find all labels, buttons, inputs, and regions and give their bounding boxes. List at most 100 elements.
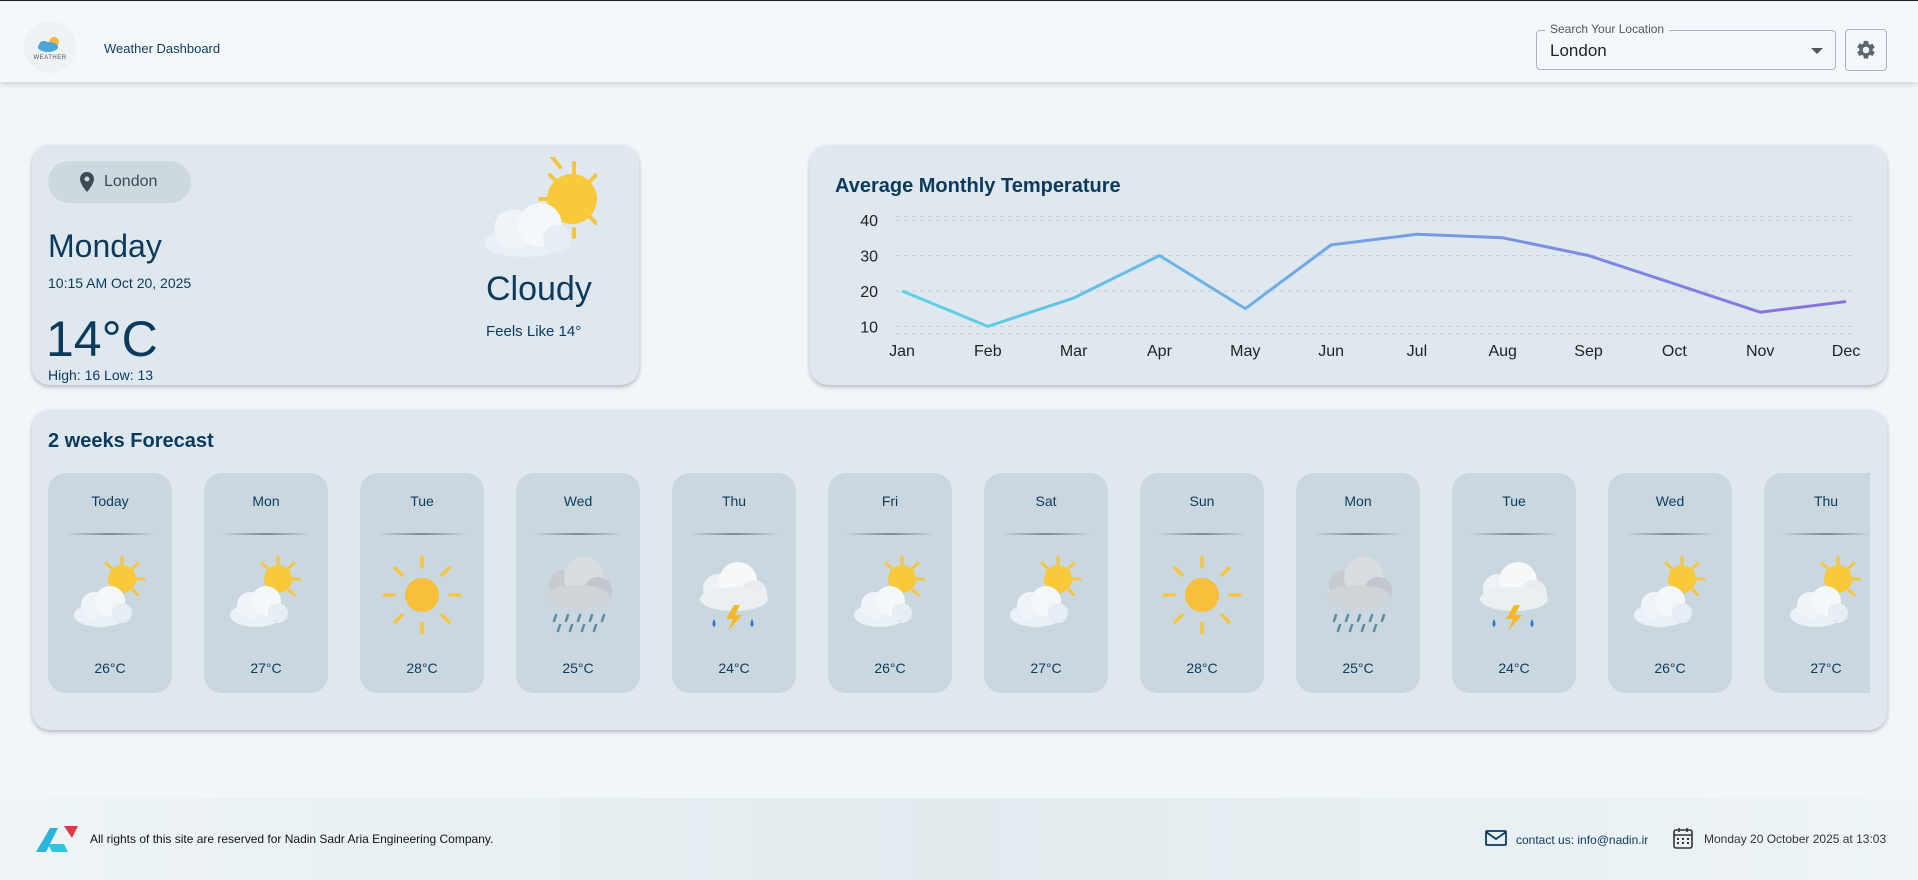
forecast-temperature: 28°C — [406, 660, 438, 676]
data-point[interactable] — [1156, 253, 1162, 259]
divider — [66, 533, 154, 535]
sunny-icon — [382, 555, 462, 635]
forecast-temperature: 27°C — [1810, 660, 1842, 676]
data-point[interactable] — [1500, 235, 1506, 241]
y-tick-label: 20 — [860, 284, 878, 301]
forecast-day-label: Wed — [563, 493, 593, 509]
monthly-temperature-card: Average Monthly Temperature 10 20 30 40 Jan… — [810, 145, 1887, 385]
divider — [534, 533, 622, 535]
rain-cloud-icon — [1326, 557, 1392, 633]
forecast-temperature: 26°C — [874, 660, 906, 676]
divider — [690, 533, 778, 535]
forecast-day-card[interactable]: Sat 27°C — [984, 473, 1108, 693]
divider — [1158, 533, 1246, 535]
partly-cloudy-icon — [1634, 555, 1706, 627]
location-chip[interactable]: London — [48, 161, 191, 203]
divider — [1626, 533, 1714, 535]
location-select-value: London — [1550, 41, 1607, 60]
data-point[interactable] — [1757, 309, 1763, 315]
data-point[interactable] — [1586, 253, 1592, 259]
app-logo[interactable]: WEATHER — [24, 21, 76, 73]
app-title: Weather Dashboard — [104, 41, 221, 56]
thunderstorm-icon — [1480, 562, 1548, 631]
divider — [1782, 533, 1870, 535]
data-point[interactable] — [899, 288, 905, 294]
forecast-temperature: 27°C — [1030, 660, 1062, 676]
logo-word: WEATHER — [33, 54, 67, 61]
forecast-day-label: Tue — [410, 493, 434, 509]
x-tick-label: Dec — [1832, 343, 1860, 360]
location-select-label: Search Your Location — [1545, 22, 1670, 36]
forecast-day-label: Fri — [881, 493, 899, 509]
forecast-day-card[interactable]: Fri 26°C — [828, 473, 952, 693]
app-header: WEATHER Weather Dashboard Search Your Lo… — [0, 0, 1918, 82]
data-point[interactable] — [1071, 295, 1077, 301]
forecast-day-card[interactable]: Tue 24°C — [1452, 473, 1576, 693]
x-tick-label: Aug — [1488, 343, 1516, 360]
data-point[interactable] — [1843, 299, 1849, 305]
forecast-day-card[interactable]: Thu 27°C — [1764, 473, 1870, 693]
sunny-icon — [1162, 555, 1242, 635]
forecast-day-card[interactable]: Sun 28°C — [1140, 473, 1264, 693]
current-weather-card: London Monday 10:15 AM Oct 20, 2025 14°C… — [32, 145, 639, 385]
forecast-temperature: 25°C — [562, 660, 594, 676]
forecast-day-card[interactable]: Today 26°C — [48, 473, 172, 693]
forecast-day-label: Wed — [1655, 493, 1685, 509]
partly-cloudy-icon — [854, 555, 926, 627]
location-pin-icon — [80, 172, 94, 192]
location-select[interactable]: Search Your Location London — [1536, 22, 1836, 70]
forecast-day-card[interactable]: Thu 24°C — [672, 473, 796, 693]
partly-cloudy-icon — [484, 157, 597, 257]
chevron-down-icon[interactable] — [1811, 48, 1823, 54]
forecast-temperature: 24°C — [718, 660, 750, 676]
forecast-day-label: Thu — [721, 493, 747, 509]
data-point[interactable] — [1242, 306, 1248, 312]
partly-cloudy-icon — [1790, 555, 1862, 627]
divider — [378, 533, 466, 535]
forecast-day-card[interactable]: Wed 25°C — [516, 473, 640, 693]
forecast-temperature: 26°C — [1654, 660, 1686, 676]
x-tick-label: Nov — [1746, 343, 1774, 360]
company-logo-icon — [36, 826, 78, 852]
data-point[interactable] — [1414, 231, 1420, 237]
current-day: Monday — [48, 228, 162, 264]
forecast-temperature: 28°C — [1186, 660, 1218, 676]
contact-link[interactable]: contact us: info@nadin.ir — [1516, 833, 1648, 847]
forecast-temperature: 24°C — [1498, 660, 1530, 676]
monthly-temperature-chart: 10 20 30 40 Jan Feb Mar Apr May Jun Jul Aug Sep Oct N… — [860, 213, 1860, 360]
x-tick-label: Jan — [889, 343, 915, 360]
partly-cloudy-icon — [230, 555, 302, 627]
rain-cloud-icon — [546, 557, 612, 633]
forecast-day-card[interactable]: Mon 25°C — [1296, 473, 1420, 693]
location-chip-label: London — [104, 173, 158, 190]
footer: All rights of this site are reserved for… — [0, 798, 1918, 880]
y-tick-label: 10 — [860, 319, 878, 336]
temperature-series-line — [901, 232, 1847, 328]
current-temperature: 14°C — [46, 311, 158, 367]
divider — [846, 533, 934, 535]
mail-icon — [1485, 830, 1507, 846]
data-point[interactable] — [1328, 242, 1334, 248]
forecast-day-card[interactable]: Mon 27°C — [204, 473, 328, 693]
forecast-day-card[interactable]: Tue 28°C — [360, 473, 484, 693]
x-tick-label: Jun — [1318, 343, 1344, 360]
forecast-card: 2 weeks Forecast Today 26°C Mon 27°C Tue 28°C… — [32, 410, 1887, 730]
current-condition: Cloudy — [486, 270, 592, 308]
forecast-day-label: Mon — [1344, 493, 1372, 509]
forecast-list[interactable]: Today 26°C Mon 27°C Tue 28°C Wed 25°C Thu 24°C Fri… — [48, 473, 1870, 698]
forecast-day-label: Thu — [1813, 493, 1839, 509]
x-tick-label: Apr — [1147, 343, 1173, 360]
forecast-title: 2 weeks Forecast — [48, 430, 214, 452]
forecast-day-label: Mon — [252, 493, 280, 509]
forecast-day-label: Tue — [1502, 493, 1526, 509]
forecast-temperature: 27°C — [250, 660, 282, 676]
high-low-temperature: High: 16 Low: 13 — [48, 367, 154, 383]
forecast-day-label: Sat — [1035, 493, 1057, 509]
divider — [1314, 533, 1402, 535]
forecast-temperature: 26°C — [94, 660, 126, 676]
data-point[interactable] — [1671, 281, 1677, 287]
settings-button[interactable] — [1845, 29, 1887, 71]
data-point[interactable] — [985, 323, 991, 329]
forecast-day-card[interactable]: Wed 26°C — [1608, 473, 1732, 693]
thunderstorm-icon — [700, 562, 768, 631]
